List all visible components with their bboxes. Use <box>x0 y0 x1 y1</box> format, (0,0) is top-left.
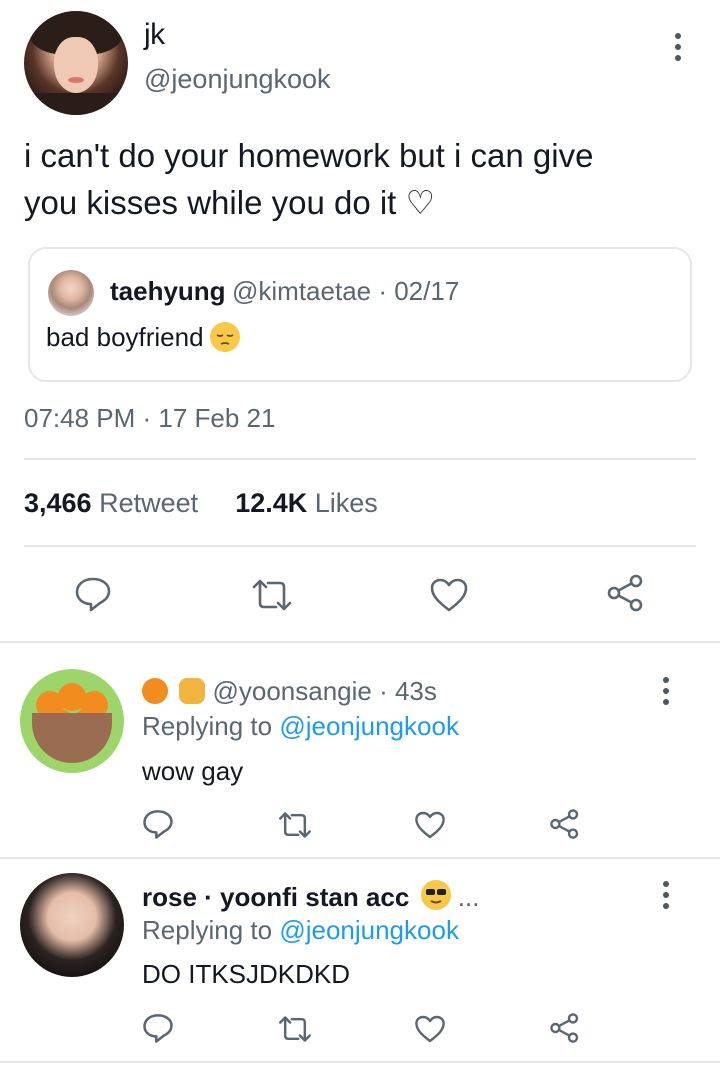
tweet-text-line: you kisses while you do it ♡ <box>24 184 436 221</box>
heart-icon[interactable] <box>414 810 446 845</box>
name-ellipsis: ... <box>457 882 480 912</box>
heart-icon[interactable] <box>429 577 469 618</box>
quote-text-row: bad boyfriend <box>46 322 240 353</box>
replying-to: Replying to @jeonjungkook <box>142 915 459 946</box>
reply-icon[interactable] <box>142 808 174 845</box>
quote-text: bad boyfriend <box>46 322 204 352</box>
reply-icon[interactable] <box>142 1012 174 1049</box>
author-handle[interactable]: @jeonjungkook <box>144 64 331 95</box>
like-label[interactable]: Likes <box>315 488 378 518</box>
divider <box>24 545 696 547</box>
heart-icon[interactable] <box>414 1014 446 1049</box>
author-avatar[interactable] <box>24 11 128 115</box>
more-vertical-icon[interactable] <box>674 33 682 61</box>
more-vertical-icon[interactable] <box>662 881 670 909</box>
reply-text: DO ITKSJDKDKD <box>142 959 351 989</box>
reply-header: rose · yoonfi stan acc ... <box>142 880 479 913</box>
mention-link[interactable]: @jeonjungkook <box>279 915 459 945</box>
sunglasses-face-icon <box>420 880 451 910</box>
mention-link[interactable]: @jeonjungkook <box>279 711 459 741</box>
share-icon[interactable] <box>606 573 646 618</box>
like-count[interactable]: 12.4K <box>235 488 307 518</box>
quote-author-name: taehyung <box>110 276 226 306</box>
more-vertical-icon[interactable] <box>662 677 670 705</box>
tweet-timestamp[interactable]: 07:48 PM · 17 Feb 21 <box>24 403 275 434</box>
share-icon[interactable] <box>549 808 581 845</box>
tangerine-icon <box>142 678 168 704</box>
divider <box>0 641 720 643</box>
retweet-icon[interactable] <box>250 577 294 618</box>
tweet-text-line: i can't do your homework but i can give <box>24 137 594 174</box>
reply-text: wow gay <box>142 756 244 786</box>
divider <box>0 857 720 859</box>
replying-to-label: Replying to <box>142 711 273 741</box>
reply-icon[interactable] <box>74 575 112 618</box>
reply-avatar[interactable] <box>20 669 124 773</box>
divider <box>0 1061 720 1063</box>
quote-author-avatar <box>48 270 94 316</box>
quote-tweet-card[interactable]: taehyung @kimtaetae · 02/17 bad boyfrien… <box>28 247 692 382</box>
reply-header: @yoonsangie · 43s <box>142 676 437 707</box>
retweet-icon[interactable] <box>277 810 313 845</box>
retweet-count[interactable]: 3,466 <box>24 488 92 518</box>
pensive-face-icon <box>209 322 240 352</box>
replying-to-label: Replying to <box>142 915 273 945</box>
tweet-text: i can't do your homework but i can give … <box>24 132 704 226</box>
honey-pot-icon <box>179 678 206 704</box>
quote-author-handle: @kimtaetae · 02/17 <box>232 276 460 306</box>
tweet-stats: 3,466 Retweet 12.4K Likes <box>24 488 378 519</box>
reply-handle[interactable]: @yoonsangie · 43s <box>212 676 436 706</box>
replying-to: Replying to @jeonjungkook <box>142 711 459 742</box>
retweet-label[interactable]: Retweet <box>99 488 198 518</box>
retweet-icon[interactable] <box>277 1014 313 1049</box>
share-icon[interactable] <box>549 1012 581 1049</box>
author-name[interactable]: jk <box>144 18 165 52</box>
reply-avatar[interactable] <box>20 873 124 977</box>
divider <box>24 458 696 460</box>
reply-author-name[interactable]: rose · yoonfi stan acc <box>142 882 409 912</box>
